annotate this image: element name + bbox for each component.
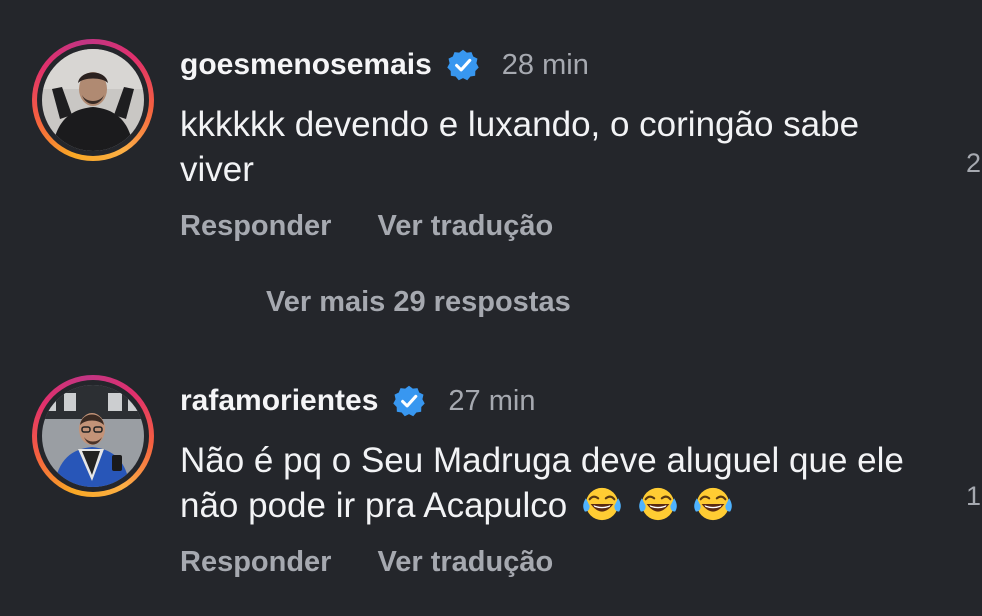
avatar[interactable] — [42, 385, 144, 487]
comments-section: goesmenosemais 28 min kkkkkk devendo e l… — [0, 0, 982, 616]
avatar[interactable] — [42, 49, 144, 151]
reply-button[interactable]: Responder — [180, 210, 331, 243]
face-with-tears-of-joy-icon — [638, 487, 677, 521]
reply-button[interactable]: Responder — [180, 546, 331, 579]
like-count: 1 — [966, 481, 982, 511]
avatar-story-ring[interactable] — [32, 39, 154, 161]
comment-text: kkkkkk devendo e luxando, o coringão sab… — [180, 102, 940, 192]
avatar-photo — [42, 49, 144, 151]
comment-body: kkkkkk devendo e luxando, o coringão sab… — [180, 105, 860, 189]
comment-time: 28 min — [501, 48, 589, 81]
view-more-replies-button[interactable]: Ver mais 29 respostas — [266, 286, 571, 319]
verified-badge-icon — [393, 385, 426, 417]
comment-body: Não é pq o Seu Madruga deve aluguel que … — [180, 441, 904, 525]
comment-text: Não é pq o Seu Madruga deve aluguel que … — [180, 438, 940, 528]
comment-actions: Responder Ver tradução — [180, 546, 553, 579]
comment-header: rafamorientes 27 min — [180, 380, 535, 422]
verified-badge-icon — [447, 49, 479, 81]
comment-actions: Responder Ver tradução — [180, 210, 553, 243]
see-translation-button[interactable]: Ver tradução — [377, 210, 553, 243]
avatar-story-ring[interactable] — [32, 375, 154, 497]
like-count: 2 — [966, 148, 982, 178]
see-translation-button[interactable]: Ver tradução — [377, 546, 553, 579]
comment-time: 27 min — [448, 384, 536, 417]
comment-header: goesmenosemais 28 min — [180, 44, 589, 86]
avatar-photo — [42, 385, 144, 487]
face-with-tears-of-joy-icon — [694, 487, 733, 521]
username-link[interactable]: rafamorientes — [180, 384, 378, 418]
face-with-tears-of-joy-icon — [583, 487, 621, 521]
username-link[interactable]: goesmenosemais — [180, 48, 432, 82]
